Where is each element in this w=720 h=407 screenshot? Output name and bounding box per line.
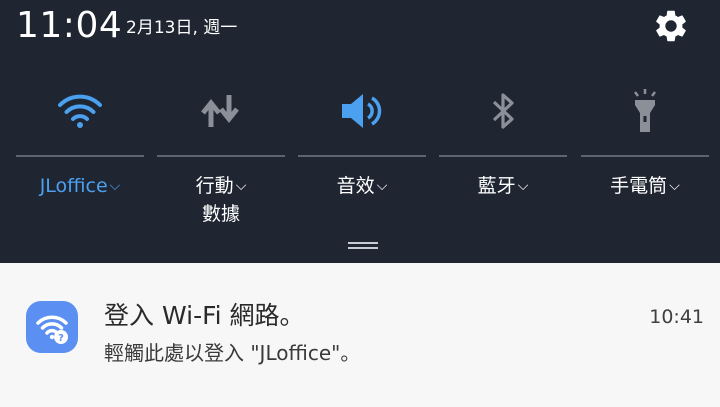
- wifi-icon: [56, 90, 104, 132]
- clock: 11:04: [16, 5, 123, 46]
- mobile-data-icon: [197, 90, 245, 132]
- chevron-down-icon: ⌵: [109, 178, 121, 194]
- flashlight-icon: [621, 89, 669, 132]
- tile-label[interactable]: 行動 ⌵ 數據: [157, 172, 285, 228]
- notification-body: 輕觸此處以登入 "JLoffice"。: [104, 341, 361, 365]
- volume-icon: [338, 90, 386, 132]
- tile-label[interactable]: 藍牙 ⌵: [439, 172, 567, 200]
- tile-divider: [16, 155, 144, 157]
- tile-label[interactable]: 手電筒 ⌵: [581, 172, 709, 200]
- tile-divider: [581, 155, 709, 157]
- tile-label[interactable]: 音效 ⌵: [298, 172, 426, 200]
- bluetooth-icon: [479, 90, 527, 132]
- tile-flashlight[interactable]: 手電筒 ⌵: [581, 78, 709, 238]
- notification-shade: 11:04 2月13日, 週一 JLoffice ⌵ 行動 ⌵ 數據 音效 ⌵ …: [0, 0, 720, 263]
- notification-card[interactable]: ? 登入 Wi-Fi 網路。 輕觸此處以登入 "JLoffice"。 10:41: [0, 263, 720, 407]
- drag-handle[interactable]: [348, 242, 378, 250]
- notification-time: 10:41: [649, 306, 704, 328]
- chevron-down-icon: ⌵: [376, 178, 388, 194]
- tile-divider: [298, 155, 426, 157]
- chevron-down-icon: ⌵: [669, 178, 680, 194]
- svg-text:?: ?: [58, 333, 64, 344]
- wifi-question-icon: ?: [26, 301, 78, 353]
- quick-settings: JLoffice ⌵ 行動 ⌵ 數據 音效 ⌵ 藍牙 ⌵ 手電筒 ⌵: [16, 78, 710, 238]
- notification-title: 登入 Wi-Fi 網路。: [104, 301, 305, 330]
- tile-divider: [439, 155, 567, 157]
- tile-divider: [157, 155, 285, 157]
- date: 2月13日, 週一: [126, 18, 238, 38]
- tile-sound[interactable]: 音效 ⌵: [298, 78, 426, 238]
- tile-mobile-data[interactable]: 行動 ⌵ 數據: [157, 78, 285, 238]
- tile-label[interactable]: JLoffice ⌵: [16, 172, 144, 200]
- chevron-down-icon: ⌵: [235, 178, 247, 194]
- gear-icon[interactable]: [652, 7, 690, 45]
- tile-bluetooth[interactable]: 藍牙 ⌵: [439, 78, 567, 238]
- tile-wifi[interactable]: JLoffice ⌵: [16, 78, 144, 238]
- chevron-down-icon: ⌵: [517, 178, 529, 194]
